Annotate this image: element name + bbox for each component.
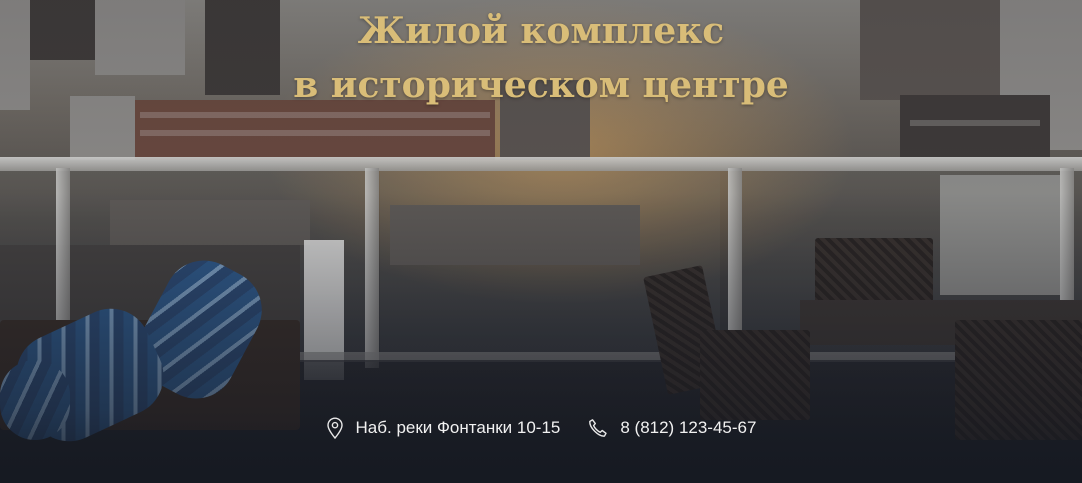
address-text: Наб. реки Фонтанки 10-15 xyxy=(355,418,561,437)
address-item[interactable]: Наб. реки Фонтанки 10-15 xyxy=(326,417,561,439)
hero-section: Жилой комплекс в историческом центре Наб… xyxy=(0,0,1082,483)
phone-item[interactable]: 8 (812) 123-45-67 xyxy=(588,418,756,438)
title-line-1: Жилой комплекс xyxy=(357,10,725,52)
map-pin-icon xyxy=(326,417,344,439)
page-title: Жилой комплекс в историческом центре xyxy=(0,4,1082,112)
contact-bar: Наб. реки Фонтанки 10-15 8 (812) 123-45-… xyxy=(0,414,1082,442)
phone-icon xyxy=(588,418,608,438)
title-line-2: в историческом центре xyxy=(293,64,789,106)
phone-text: 8 (812) 123-45-67 xyxy=(620,418,757,437)
